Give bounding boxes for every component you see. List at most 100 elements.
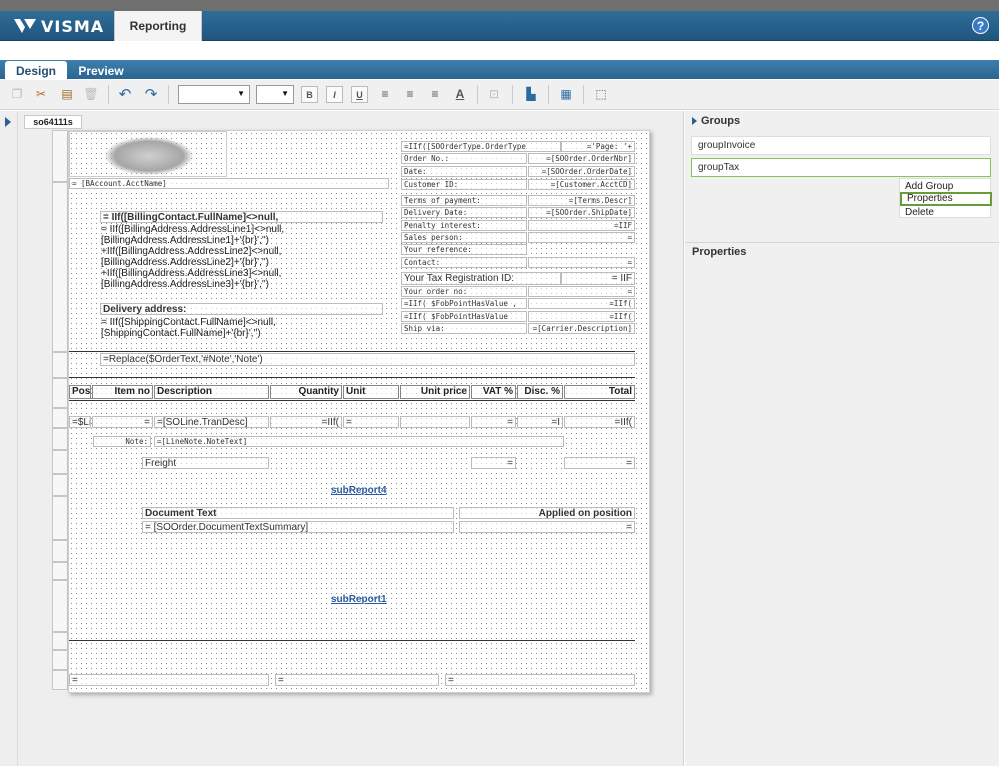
properties-header[interactable]: Properties [685, 242, 999, 262]
ship-via-label[interactable]: Ship via: [401, 323, 527, 334]
align-center-icon[interactable]: ≡ [401, 85, 419, 103]
report-tab[interactable]: so64111s [24, 115, 82, 129]
underline-button[interactable]: U [351, 86, 368, 103]
delivery-address-label[interactable]: Delivery address: [100, 303, 383, 315]
footer-field-1[interactable]: = [69, 674, 269, 686]
undo-icon[interactable]: ↶ [116, 85, 134, 103]
section-handle[interactable] [52, 650, 68, 670]
delete-icon[interactable]: 🗑 [82, 85, 100, 103]
section-handle[interactable] [52, 474, 68, 496]
your-order-label[interactable]: Your order no: [401, 286, 527, 297]
sales-person-label[interactable]: Sales person: [401, 232, 527, 243]
detail-unit[interactable]: = [343, 416, 399, 428]
align-right-icon[interactable]: ≡ [426, 85, 444, 103]
col-total[interactable]: Total [564, 385, 635, 399]
date-field[interactable]: =[SOOrder.OrderDate] [528, 166, 635, 177]
section-handle[interactable] [52, 130, 68, 182]
grid-icon[interactable]: ▦ [557, 85, 575, 103]
tab-preview[interactable]: Preview [70, 61, 132, 80]
font-size-select[interactable]: ▼ [256, 85, 294, 104]
freight-label[interactable]: Freight [142, 457, 269, 469]
order-text-field[interactable]: =Replace($OrderText,'#Note','Note') [100, 353, 635, 366]
customer-id-field[interactable]: =[Customer.AcctCD] [528, 179, 635, 190]
document-text-label[interactable]: Document Text [142, 507, 454, 519]
section-handle[interactable] [52, 378, 68, 408]
freight-quantity[interactable]: = [471, 457, 516, 469]
tax-reg-field[interactable]: = IIF [561, 272, 635, 285]
report-canvas[interactable]: = [BAccount.AcctName] =IIf([SOOrderType.… [68, 130, 650, 693]
cut-icon[interactable]: ✂ [32, 85, 50, 103]
delivery-date-label[interactable]: Delivery Date: [401, 207, 527, 218]
visma-logo[interactable]: VISMA [14, 15, 104, 37]
section-handle[interactable] [52, 408, 68, 428]
paste-icon[interactable]: ▤ [58, 85, 76, 103]
menu-delete[interactable]: Delete [900, 206, 992, 219]
note-label[interactable]: Note: [93, 436, 151, 447]
detail-vat[interactable]: = [471, 416, 516, 428]
col-item-no[interactable]: Item no [92, 385, 153, 399]
col-vat[interactable]: VAT % [471, 385, 516, 399]
applied-on-position-field[interactable]: = [459, 521, 635, 533]
expand-arrow-icon[interactable] [5, 117, 11, 127]
logo-image[interactable] [69, 131, 227, 177]
section-handle[interactable] [52, 670, 68, 690]
module-tab-reporting[interactable]: Reporting [114, 11, 202, 41]
col-unit[interactable]: Unit [343, 385, 399, 399]
your-reference-label[interactable]: Your reference: [401, 244, 527, 255]
section-handle[interactable] [52, 580, 68, 632]
border-icon[interactable]: ⬚ [592, 85, 610, 103]
contact-field[interactable]: = [528, 257, 635, 268]
fob-field-2[interactable]: =IIf( [528, 311, 635, 322]
note-field[interactable]: =[LineNote.NoteText] [154, 436, 564, 447]
fob-field-1[interactable]: =IIf( [528, 298, 635, 309]
align-left-icon[interactable]: ≡ [376, 85, 394, 103]
terms-label[interactable]: Terms of payment: [401, 195, 527, 206]
customer-id-label[interactable]: Customer ID: [401, 179, 527, 190]
detail-description[interactable]: =[SOLine.TranDesc] [154, 416, 269, 428]
billing-name-field[interactable]: = IIf([BillingContact.FullName]<>null, [100, 211, 383, 223]
freight-total[interactable]: = [564, 457, 635, 469]
your-order-field[interactable]: = [528, 286, 635, 297]
align-elements-icon[interactable]: ▙ [522, 85, 540, 103]
document-text-summary-field[interactable]: = [SOOrder.DocumentTextSummary] [142, 521, 454, 533]
fob-label-2[interactable]: =IIf( $FobPointHasValue [401, 311, 527, 322]
subreport1-link[interactable]: subReport1 [331, 594, 387, 605]
fit-icon[interactable]: ⊡ [485, 85, 503, 103]
col-disc[interactable]: Disc. % [517, 385, 563, 399]
order-no-label[interactable]: Order No.: [401, 153, 527, 164]
detail-total[interactable]: =IIf( [564, 416, 635, 428]
detail-pos[interactable]: =$Li [69, 416, 91, 428]
contact-label[interactable]: Contact: [401, 257, 527, 268]
page-field[interactable]: ='Page: '+ [561, 141, 635, 152]
terms-field[interactable]: =[Terms.Descr] [528, 195, 635, 206]
detail-unit-price[interactable] [400, 416, 470, 428]
footer-field-2[interactable]: = [275, 674, 439, 686]
redo-icon[interactable]: ↷ [142, 85, 160, 103]
copy-icon[interactable]: ❐ [8, 85, 26, 103]
font-family-select[interactable]: ▼ [178, 85, 250, 104]
applied-on-position-label[interactable]: Applied on position [459, 507, 635, 519]
col-quantity[interactable]: Quantity [270, 385, 342, 399]
subreport4-link[interactable]: subReport4 [331, 485, 387, 496]
order-no-field[interactable]: =[SOOrder.OrderNbr] [528, 153, 635, 164]
delivery-date-field[interactable]: =[SOOrder.ShipDate] [528, 207, 635, 218]
section-handle[interactable] [52, 496, 68, 540]
tax-reg-label[interactable]: Your Tax Registration ID: [401, 272, 561, 285]
detail-quantity[interactable]: =IIf( [270, 416, 342, 428]
italic-button[interactable]: I [326, 86, 343, 103]
section-handle[interactable] [52, 182, 68, 352]
section-handle[interactable] [52, 352, 68, 378]
section-handle[interactable] [52, 632, 68, 650]
fob-label-1[interactable]: =IIf( $FobPointHasValue , [401, 298, 527, 309]
date-label[interactable]: Date: [401, 166, 527, 177]
col-description[interactable]: Description [154, 385, 269, 399]
detail-disc[interactable]: =I [517, 416, 563, 428]
group-item-invoice[interactable]: groupInvoice [691, 136, 991, 155]
acct-name-field[interactable]: = [BAccount.AcctName] [69, 178, 389, 189]
detail-item[interactable]: = [92, 416, 153, 428]
group-item-tax[interactable]: groupTax [691, 158, 991, 177]
text-color-icon[interactable]: A [451, 85, 469, 103]
col-unit-price[interactable]: Unit price [400, 385, 470, 399]
col-pos[interactable]: Pos [69, 385, 91, 399]
section-handle[interactable] [52, 562, 68, 580]
